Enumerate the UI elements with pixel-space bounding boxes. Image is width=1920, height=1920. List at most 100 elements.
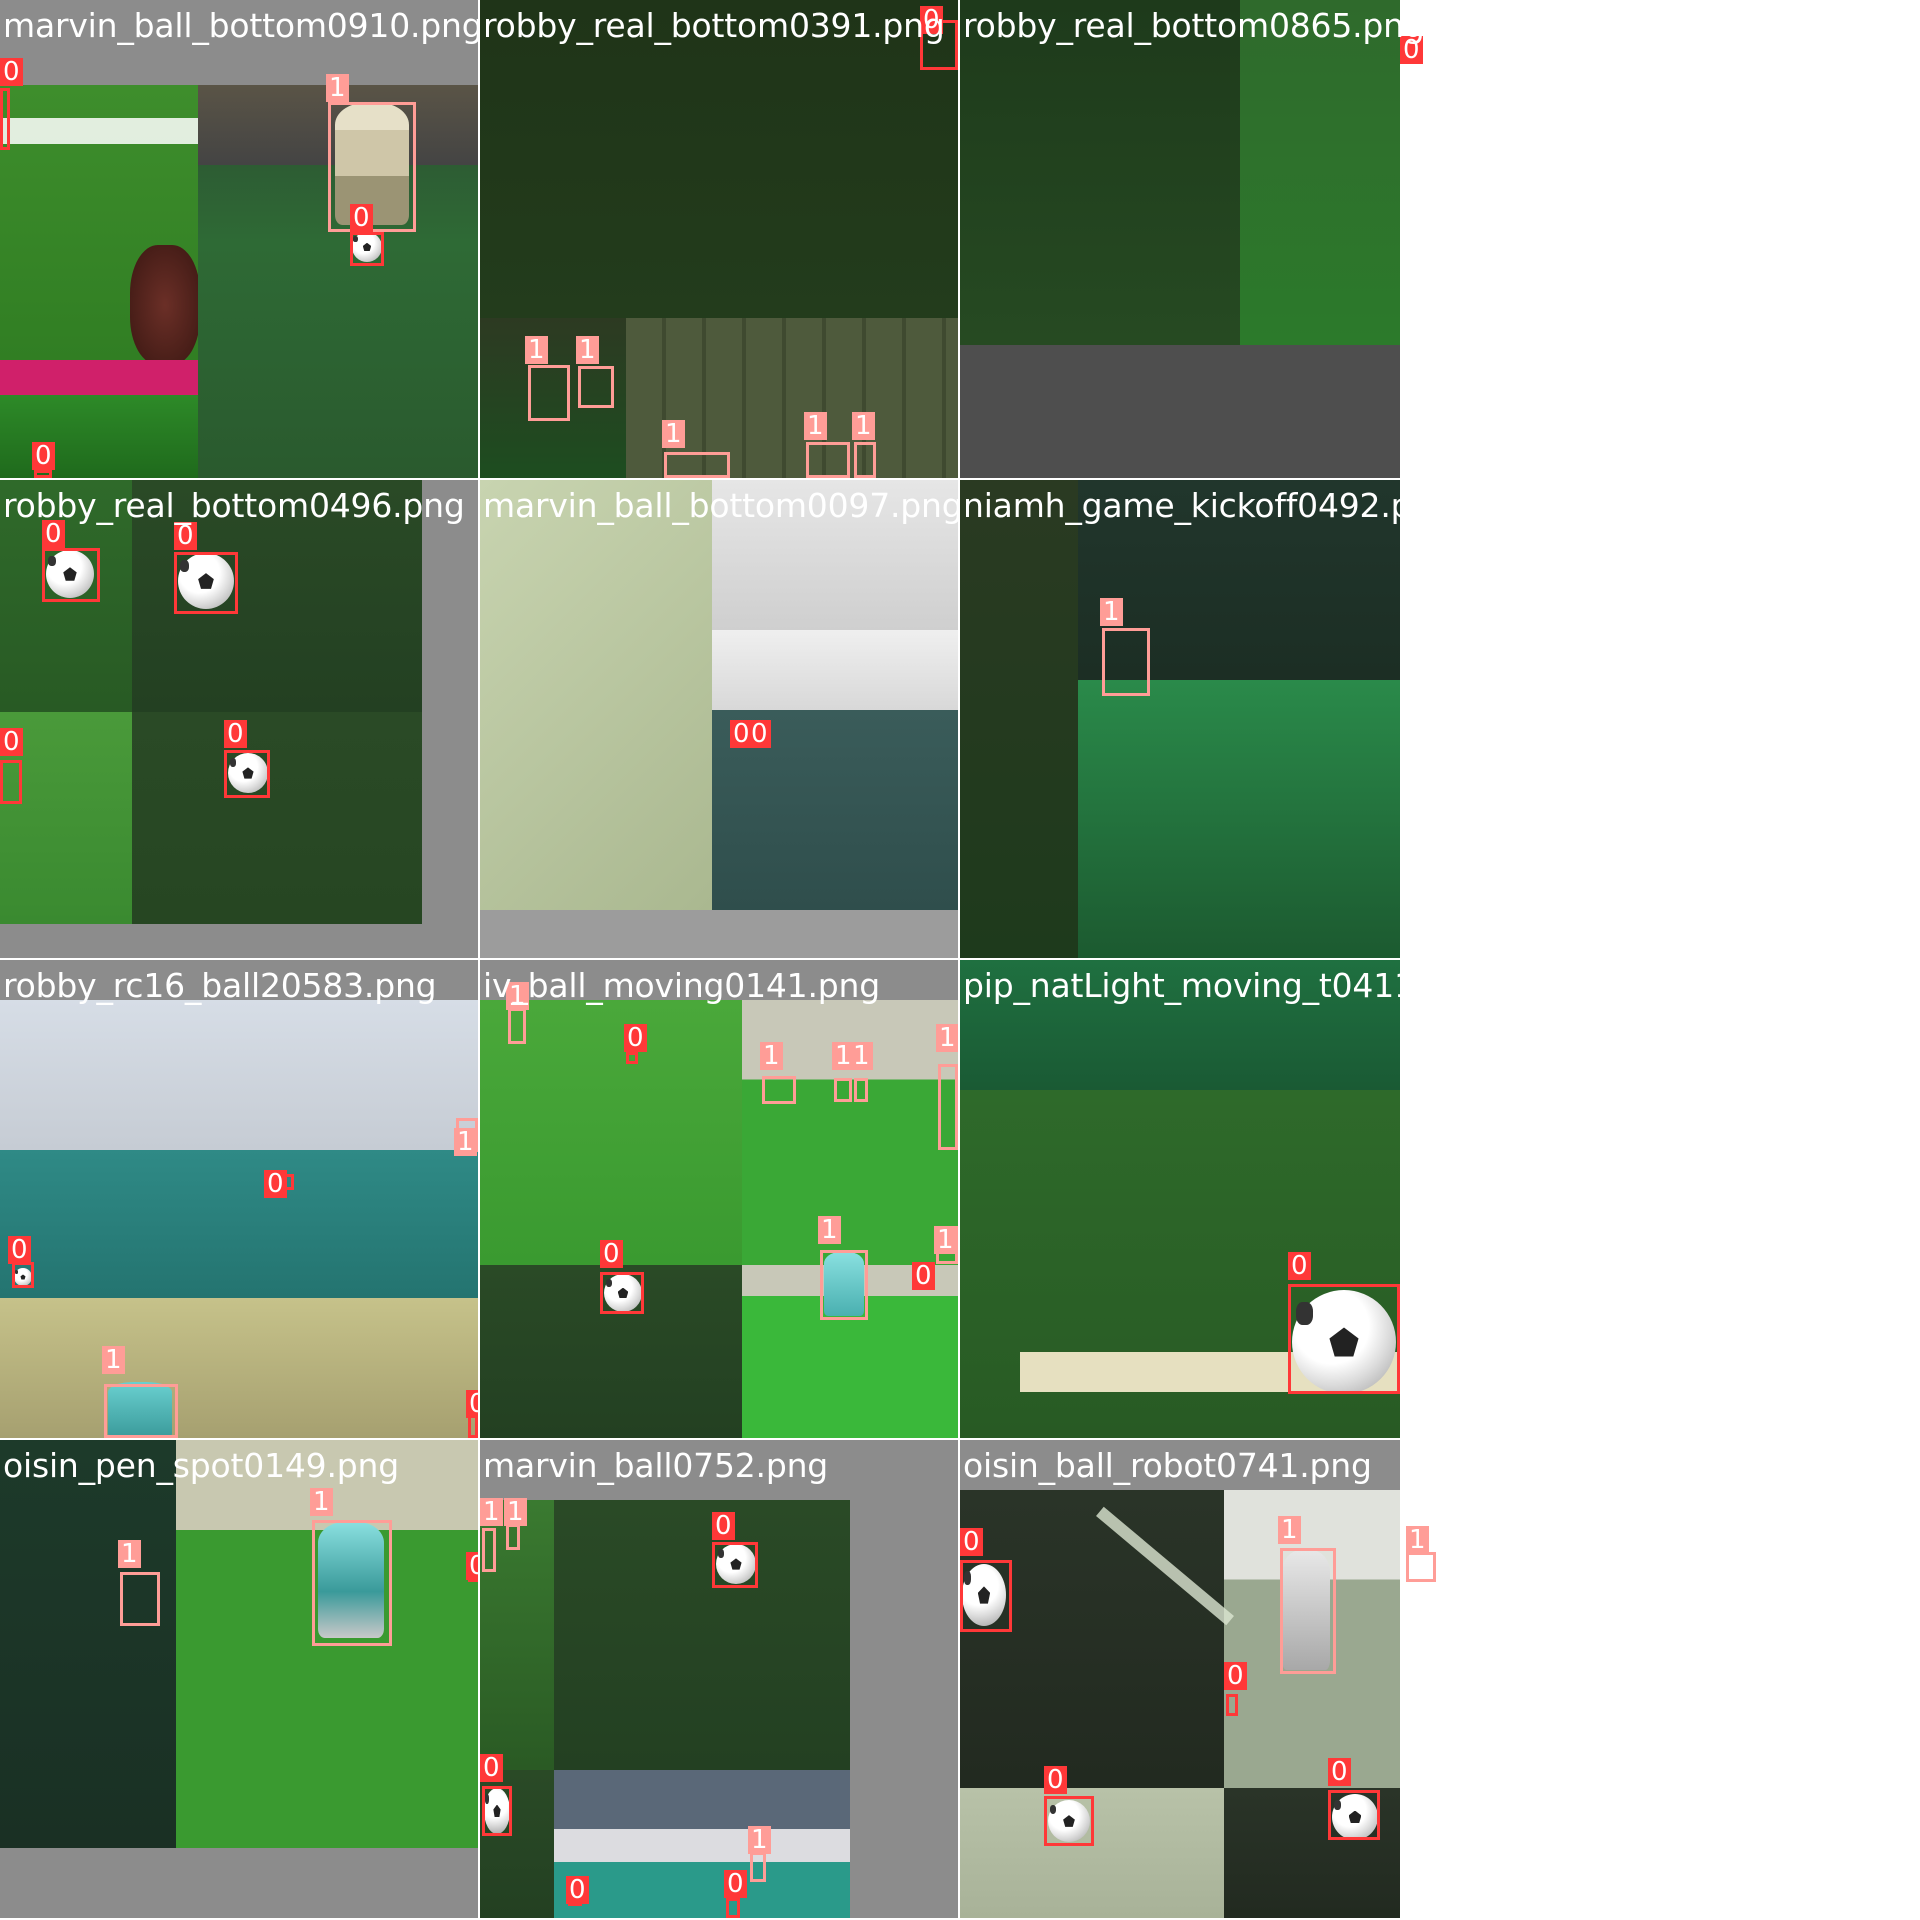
detection-box-ball [350,232,384,266]
image-patch [1240,0,1400,345]
class-label-robot: 1 [760,1042,783,1070]
image-patch [480,480,712,910]
detection-box-ball [34,470,52,478]
class-label-robot: 1 [118,1540,141,1568]
image-patch [712,630,958,710]
detection-box-ball [626,1052,638,1064]
detection-box-robot [820,1250,868,1320]
image-patch [130,245,200,365]
class-label-robot: 1 [818,1216,841,1244]
detection-box-ball [224,750,270,798]
detection-box-robot [1102,628,1150,696]
image-patch [1400,1440,1438,1918]
image-patch [0,1000,478,1150]
detection-box-ball [726,1898,740,1918]
detection-box-ball [42,548,100,602]
mosaic-tile: 1 1 0 oisin_pen_spot0149.png [0,1440,478,1918]
class-label-robot: 1 [748,1826,771,1854]
tile-title: marvin_ball0752.png [483,1446,829,1485]
detection-box-robot [508,1008,526,1044]
image-patch [480,0,958,318]
mosaic-tile: 0 1 1 0 0 0 oisin_ball_robot0741.png [960,1440,1438,1918]
image-patch [960,960,1400,1090]
class-label-robot: 1 [454,1128,477,1156]
class-label-ball: 0 [1328,1758,1351,1786]
tile-title: oisin_ball_robot0741.png [963,1446,1372,1485]
class-label-ball: 0 [32,442,55,470]
image-patch [132,712,422,924]
mosaic-tile: 1 niamh_game_kickoff0492.png [960,480,1438,958]
detection-box-robot [834,1078,852,1102]
detection-box-robot [506,1524,520,1550]
mosaic-tile: 0 0 1 1 0 robby_rc16_ball20583.png [0,960,478,1438]
class-label-robot: 1 [102,1346,125,1374]
detection-box-ball [1226,1694,1238,1716]
detection-box-ball [960,1560,1012,1632]
image-patch [0,1848,478,1918]
class-label-robot: 1 [852,412,875,440]
class-label-robot: 1 [1406,1526,1429,1554]
class-label-robot: 1 [936,1024,958,1052]
class-label-ball: 0 [42,520,65,548]
image-patch [0,1440,176,1848]
class-label-ball: 0 [566,1876,589,1904]
detection-box-ball [482,1786,512,1836]
mosaic-tile: 1 0 0 0 marvin_ball_bottom0910.png [0,0,478,478]
class-label-robot: 1 [326,74,349,102]
class-label-ball: 0 [8,1236,31,1264]
detection-box-robot [1280,1548,1336,1674]
detection-box-robot [1406,1552,1436,1582]
image-patch [742,1000,958,1265]
detection-box-ball [174,552,238,614]
image-patch [712,480,958,630]
class-label-robot: 1 [1100,598,1123,626]
detection-box-ball [600,1272,644,1314]
image-patch [554,1770,850,1918]
class-label-ball: 0 [224,720,247,748]
image-patch [0,395,198,478]
class-label-robot: 1 [804,412,827,440]
class-label-robot: 1 [1278,1516,1301,1544]
detection-box-ball [12,1262,34,1288]
image-patch [960,480,1078,958]
class-label-ball: 0 [960,1528,983,1556]
class-label-ball: 0 [712,1512,735,1540]
detection-box-ball [1288,1284,1400,1394]
class-label-ball: 0 [1288,1252,1311,1280]
image-patch [1400,0,1438,478]
detection-box-ball [0,88,10,150]
class-label-robot: 1 [576,336,599,364]
mosaic-tile: 0 0 0 0 robby_real_bottom0496.png [0,480,478,958]
class-label-robot: 1 [480,1498,503,1526]
class-label-ball: 0 [174,522,197,550]
detection-box-robot [854,1078,868,1102]
detection-box-robot [528,365,570,421]
class-label-robot: 1 [506,982,529,1010]
tile-title: marvin_ball_bottom0910.png [3,6,478,45]
mosaic-tile: 0 pip_natLight_moving_t0411.png [960,960,1438,1438]
image-patch [1078,680,1400,958]
image-patch [1400,480,1438,958]
detection-box-robot [664,452,730,478]
detection-box-robot [854,442,876,478]
image-patch [480,910,958,958]
class-label-ball: 0 [466,1552,478,1580]
detection-box-robot [938,1064,958,1150]
class-label-ball: 0 [350,204,373,232]
detection-box-robot [120,1572,160,1626]
mosaic-tile: 0 0 marvin_ball_bottom0097.png [480,480,958,958]
class-label-robot: 1 [525,336,548,364]
mosaic-tile: 0 0 robby_real_bottom0865.png [960,0,1438,478]
class-label-ball: 0 [600,1240,623,1268]
detection-box-robot [578,366,614,408]
mosaic-grid: 1 0 0 0 marvin_ball_bottom0910.png 1 1 1… [0,0,1440,1918]
class-label-ball: 0 [0,728,23,756]
detection-box-robot [312,1520,392,1646]
class-label-robot: 1 [310,1488,333,1516]
mosaic-tile: 0 1 1 0 0 1 0 marvin_ball0752.png [480,1440,958,1918]
class-label-ball: 0 [748,720,771,748]
class-label-ball: 0 [724,1870,747,1898]
class-label-robot: 1 [504,1498,527,1526]
class-label-ball: 0 [624,1024,647,1052]
detection-box-ball [1328,1790,1380,1840]
